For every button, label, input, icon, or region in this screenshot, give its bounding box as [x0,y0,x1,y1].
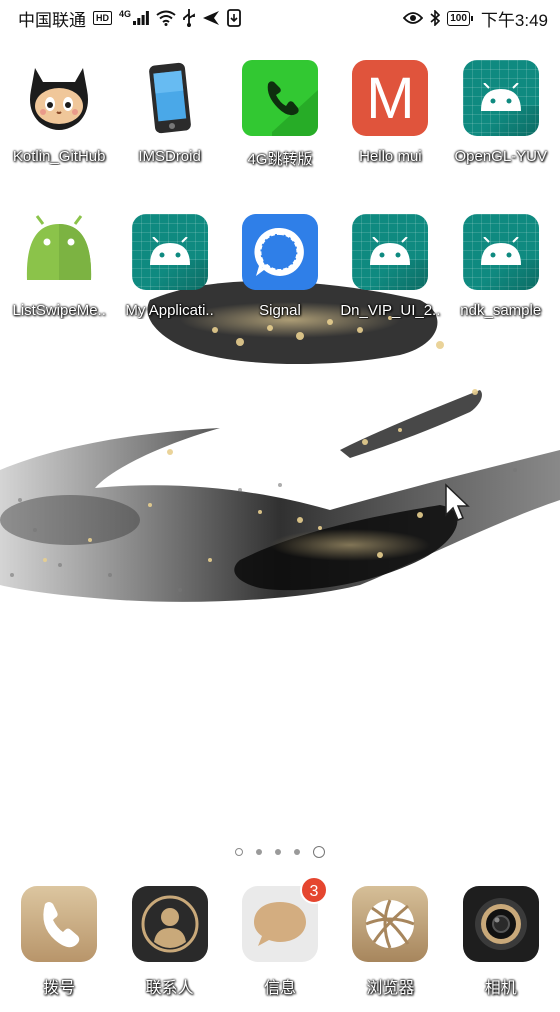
app-4g-jump[interactable]: 4G跳转版 [225,60,335,169]
status-bar-left: 中国联通 HD 4G [18,6,241,31]
app-label: My Applicati.. [125,302,214,319]
app-label: 联系人 [145,980,194,997]
contacts-icon [131,886,208,962]
app-imsdroid[interactable]: IMSDroid [115,60,225,169]
phone-icon [21,886,98,962]
app-label: Dn_VIP_UI_2.. [340,302,441,319]
signal-chat-icon [241,214,318,290]
page-dot[interactable] [256,849,262,855]
dock-camera[interactable]: 相机 [446,886,556,998]
network-type-label: 4G [119,9,132,19]
dock-contacts[interactable]: 联系人 [115,886,225,998]
location-arrow-icon [203,11,220,25]
usb-icon [183,9,195,27]
app-ndk-sample[interactable]: ndk_sample [446,214,556,319]
dock-phone[interactable]: 拨号 [4,886,114,998]
app-label: Signal [259,302,301,319]
android-icon [462,214,539,290]
eye-comfort-icon [403,12,424,24]
app-label: ListSwipeMe.. [12,302,106,319]
app-label: Kotlin_GitHub [12,148,106,165]
app-label: 4G跳转版 [247,151,313,168]
page-dot[interactable] [275,849,281,855]
app-grid-row-2: ListSwipeMe.. My Applicati.. Signal Dn_V… [0,214,560,319]
app-listswipemenu[interactable]: ListSwipeMe.. [4,214,114,319]
app-label: OpenGL-YUV [454,148,548,165]
android-icon [352,214,429,290]
dock-browser[interactable]: 浏览器 [335,886,445,998]
app-label: Hello mui [359,148,422,165]
app-hello-mui[interactable]: M Hello mui [335,60,445,169]
app-label: ndk_sample [460,302,542,319]
app-label: 浏览器 [366,980,415,997]
app-kotlin-github[interactable]: Kotlin_GitHub [4,60,114,169]
wifi-icon [156,10,176,26]
battery-icon: 100 [447,10,473,26]
status-bar-right: 100 下午3:49 [403,6,548,31]
letter-m-icon: M [352,60,429,136]
camera-icon [462,886,539,962]
screenshot-icon [227,9,241,27]
unread-badge: 3 [299,876,328,904]
dock-messages[interactable]: 3 信息 [225,876,335,998]
android-robot-icon [21,214,97,290]
app-signal[interactable]: Signal [225,214,335,319]
android-icon [131,214,208,290]
page-dot[interactable] [294,849,300,855]
dock: 拨号 联系人 3 信息 浏览器 相机 [0,876,560,998]
app-label: 相机 [484,980,517,997]
app-label: IMSDroid [138,148,201,165]
app-opengl-yuv[interactable]: OpenGL-YUV [446,60,556,169]
search-page-dot[interactable] [235,848,243,856]
app-label: 拨号 [43,980,76,997]
app-grid-row-1: Kotlin_GitHub IMSDroid 4G跳转版 M Hello mui [0,60,560,169]
android-icon [462,60,539,136]
bluetooth-icon [430,10,441,26]
app-dn-vip-ui[interactable]: Dn_VIP_UI_2.. [335,214,445,319]
browser-globe-icon [352,886,429,962]
github-octocat-icon [21,60,97,136]
page-dot-current[interactable] [313,846,325,858]
page-indicator[interactable] [0,846,560,858]
message-icon: 3 [241,876,328,962]
app-label: 信息 [263,980,296,997]
carrier-name: 中国联通 [18,10,86,30]
letter-m-glyph: M [366,65,415,131]
app-my-application[interactable]: My Applicati.. [115,214,225,319]
phone-device-icon [132,60,208,136]
phone-handset-icon [241,60,318,136]
hd-voice-badge: HD [93,11,112,25]
status-bar: 中国联通 HD 4G 100 下午3:49 [0,0,560,36]
cell-signal-icon [133,11,149,25]
clock: 下午3:49 [480,10,548,30]
